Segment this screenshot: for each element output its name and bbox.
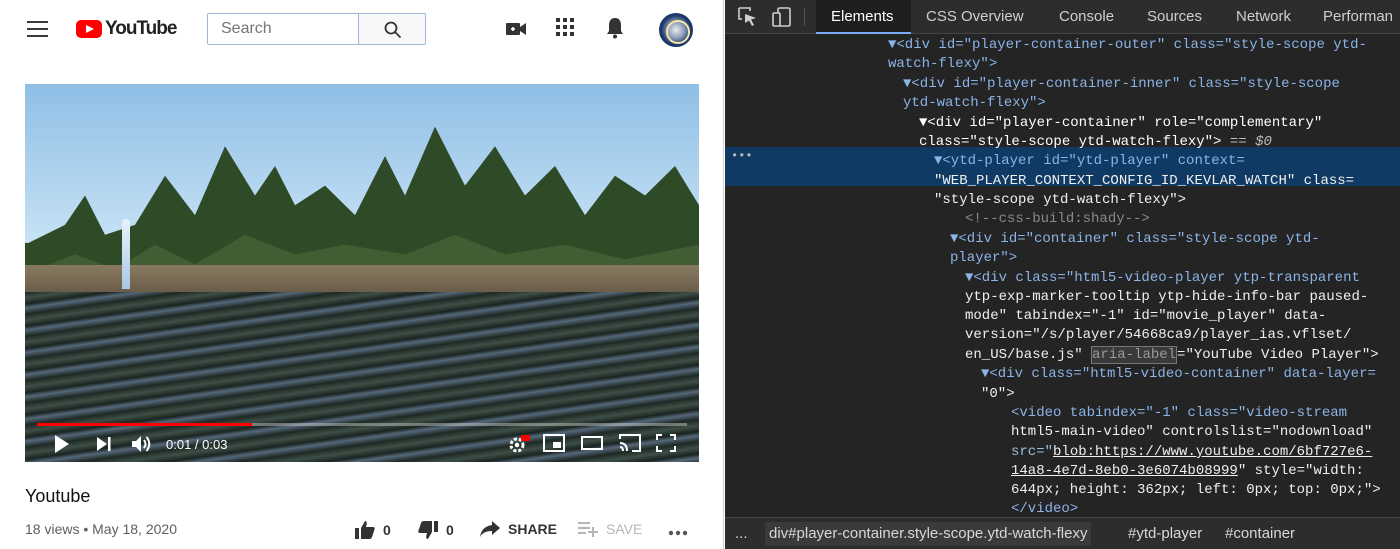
notifications-bell-icon[interactable]	[606, 17, 624, 39]
volume-icon[interactable]	[131, 434, 153, 454]
dom-node[interactable]: ▼<div class="html5-video-container" data…	[981, 365, 1376, 384]
thumbs-up-icon	[355, 521, 375, 539]
tab-network[interactable]: Network	[1236, 8, 1291, 25]
share-arrow-icon	[480, 521, 500, 537]
dom-node-close[interactable]: </video>	[1011, 500, 1078, 516]
dom-node-continued: en_US/base.js" aria-label="YouTube Video…	[965, 346, 1379, 364]
fullscreen-icon[interactable]	[656, 434, 676, 452]
dom-node-continued: version="/s/player/54668ca9/player_ias.v…	[965, 327, 1352, 343]
theater-mode-icon[interactable]	[581, 436, 603, 450]
cast-icon[interactable]	[619, 434, 641, 452]
inspect-element-icon[interactable]	[738, 7, 758, 27]
dom-node-continued: player">	[950, 250, 1018, 266]
dom-node[interactable]: <video tabindex="-1" class="video-stream	[1011, 404, 1347, 423]
settings-gear-icon[interactable]	[508, 434, 530, 454]
dislike-count: 0	[446, 522, 454, 538]
video-title: Youtube	[25, 486, 91, 506]
save-button[interactable]: SAVE	[578, 521, 642, 537]
blob-src-link: blob:https://www.youtube.com/6bf727e6-	[1053, 444, 1373, 460]
save-label: SAVE	[606, 521, 643, 537]
devtools-panel: Elements CSS Overview Console Sources Ne…	[725, 0, 1400, 549]
miniplayer-icon[interactable]	[543, 434, 565, 452]
tab-elements[interactable]: Elements	[831, 8, 894, 25]
dom-node-continued: "style-scope ytd-watch-flexy">	[934, 192, 1187, 208]
breadcrumb-more[interactable]: ...	[735, 525, 748, 542]
breadcrumb-item[interactable]: #ytd-player	[1128, 525, 1202, 542]
dom-node-continued: src="blob:https://www.youtube.com/6bf727…	[1011, 444, 1373, 460]
dom-node[interactable]: ▼<div id="player-container-inner" class=…	[903, 75, 1340, 94]
next-icon[interactable]	[96, 436, 112, 452]
like-button[interactable]: 0	[355, 521, 391, 539]
share-button[interactable]: SHARE	[480, 521, 557, 537]
dom-node-selected[interactable]: ▼<div id="player-container" role="comple…	[919, 114, 1322, 133]
like-count: 0	[383, 522, 391, 538]
tab-css-overview[interactable]: CSS Overview	[926, 8, 1024, 25]
dom-node[interactable]: ▼<ytd-player id="ytd-player" context=	[934, 152, 1245, 171]
dom-node-continued: watch-flexy">	[888, 56, 998, 72]
time-display: 0:01 / 0:03	[166, 437, 228, 452]
progress-fill	[37, 423, 252, 426]
dom-node-continued: html5-main-video" controlslist="nodownlo…	[1011, 424, 1373, 440]
more-actions-icon[interactable]	[668, 530, 688, 536]
dom-node[interactable]: ▼<div id="container" class="style-scope …	[950, 230, 1320, 249]
masthead: YouTube	[0, 0, 724, 58]
logo-text: YouTube	[105, 18, 177, 39]
search-button[interactable]	[358, 13, 426, 45]
dom-node-continued: "0">	[981, 386, 1015, 402]
dom-node[interactable]: ▼<div class="html5-video-player ytp-tran…	[965, 269, 1360, 288]
dislike-button[interactable]: 0	[418, 521, 454, 539]
create-video-icon[interactable]	[505, 20, 527, 38]
player-controls: 0:01 / 0:03	[25, 428, 699, 462]
progress-bar[interactable]	[37, 423, 687, 426]
youtube-page: YouTube 0:01 / 0:03	[0, 0, 724, 549]
device-toolbar-icon[interactable]	[772, 7, 794, 27]
fountain	[122, 219, 130, 289]
video-meta: 18 views • May 18, 2020	[25, 521, 177, 537]
dom-node-continued: 644px; height: 362px; left: 0px; top: 0p…	[1011, 482, 1381, 498]
avatar[interactable]	[659, 13, 693, 47]
aria-label-highlight: aria-label	[1091, 346, 1178, 364]
breadcrumb-item[interactable]: #container	[1225, 525, 1295, 542]
share-label: SHARE	[508, 521, 558, 537]
search-input[interactable]	[207, 13, 359, 45]
playlist-add-icon	[578, 522, 598, 537]
dom-tree: ••• ▼<div id="player-container-outer" cl…	[725, 34, 1400, 516]
youtube-play-logo-icon	[76, 20, 102, 38]
dom-node-continued: class="style-scope ytd-watch-flexy"> == …	[919, 134, 1272, 150]
youtube-logo[interactable]: YouTube	[76, 17, 177, 41]
menu-icon[interactable]	[27, 21, 48, 37]
video-player[interactable]: 0:01 / 0:03	[25, 84, 699, 462]
dom-node-continued: mode" tabindex="-1" id="movie_player" da…	[965, 308, 1327, 324]
more-options-dots[interactable]: •••	[731, 147, 753, 166]
dom-node-continued: 14a8-4e7d-8eb0-3e6074b08999" style="widt…	[1011, 463, 1364, 479]
dom-node-continued: ytd-watch-flexy">	[903, 95, 1046, 111]
play-icon[interactable]	[54, 434, 70, 454]
devtools-tabbar: Elements CSS Overview Console Sources Ne…	[725, 0, 1400, 34]
breadcrumb: ... div#player-container.style-scope.ytd…	[725, 517, 1400, 549]
tab-performance[interactable]: Performan	[1323, 8, 1393, 25]
apps-grid-icon[interactable]	[556, 18, 574, 36]
dom-node-continued: ytp-exp-marker-tooltip ytp-hide-info-bar…	[965, 289, 1369, 305]
tab-sources[interactable]: Sources	[1147, 8, 1202, 25]
tab-console[interactable]: Console	[1059, 8, 1114, 25]
thumbs-down-icon	[418, 521, 438, 539]
search-icon	[384, 21, 402, 39]
dom-comment[interactable]: <!--css-build:shady-->	[965, 210, 1150, 229]
dom-node[interactable]: ▼<div id="player-container-outer" class=…	[888, 36, 1367, 55]
dom-node-continued: "WEB_PLAYER_CONTEXT_CONFIG_ID_KEVLAR_WAT…	[934, 173, 1355, 189]
breadcrumb-item[interactable]: div#player-container.style-scope.ytd-wat…	[765, 522, 1092, 546]
